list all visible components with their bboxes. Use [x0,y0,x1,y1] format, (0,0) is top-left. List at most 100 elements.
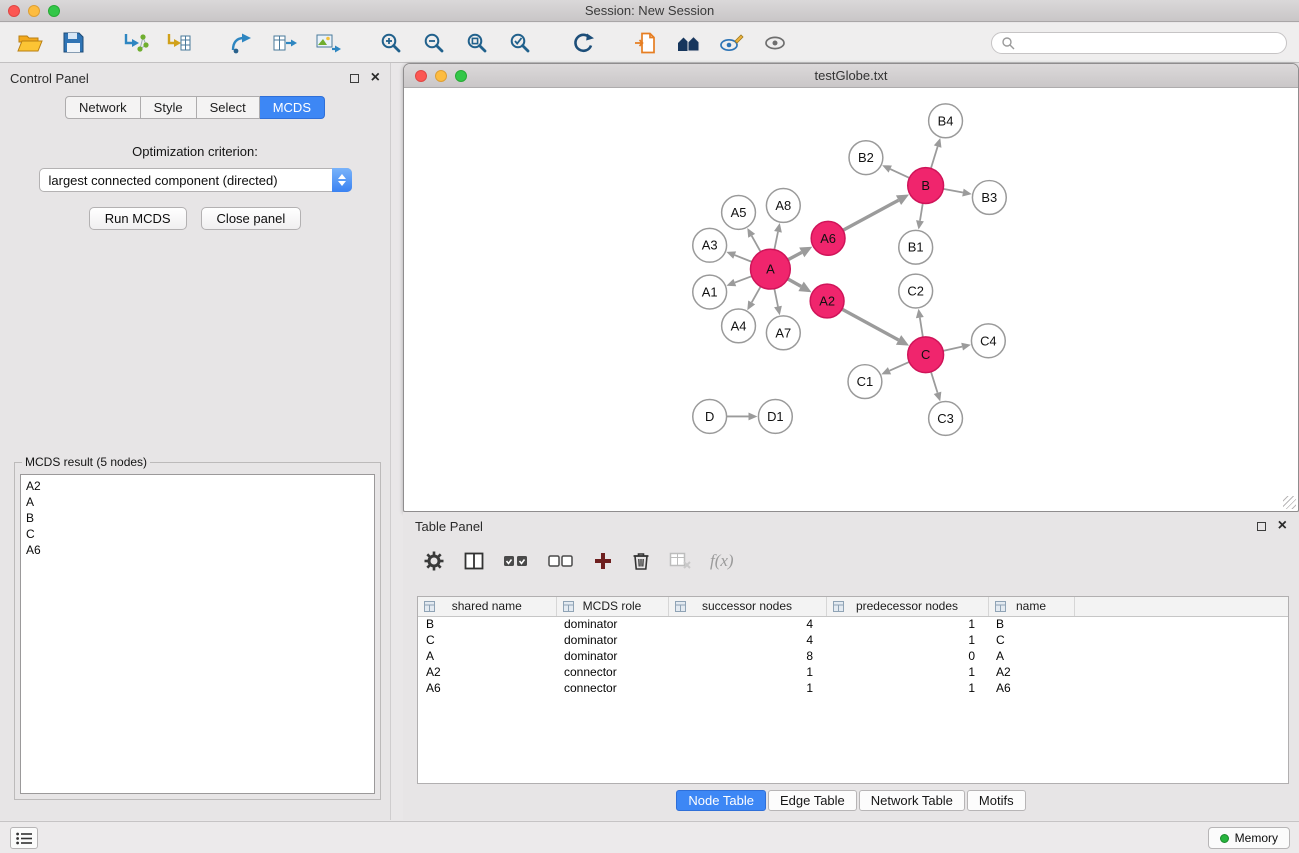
cell-name[interactable]: B [988,616,1074,632]
table-row[interactable]: Bdominator41B [418,616,1288,632]
show-columns-button[interactable] [464,552,484,570]
select-all-columns-button[interactable] [503,554,529,568]
mcds-result-item[interactable]: C [26,526,369,542]
table-tab-edge-table[interactable]: Edge Table [768,790,857,811]
table-row[interactable]: A6connector11A6 [418,680,1288,696]
cell-mcds-role[interactable]: connector [556,664,668,680]
import-table-button[interactable] [161,27,197,59]
create-column-button[interactable] [593,551,613,571]
minimize-window-button[interactable] [28,5,40,17]
tab-style[interactable]: Style [141,96,197,119]
graph-edge[interactable] [788,279,801,286]
table-row[interactable]: A2connector11A2 [418,664,1288,680]
table-tab-node-table[interactable]: Node Table [676,790,766,811]
eye-toggle-button[interactable] [757,27,793,59]
open-session-button[interactable] [12,27,48,59]
cell-successor-nodes[interactable]: 4 [668,632,826,648]
run-mcds-button[interactable]: Run MCDS [89,207,187,230]
cell-shared-name[interactable]: B [418,616,556,632]
home-button[interactable] [671,27,707,59]
graph-edge[interactable] [752,236,761,252]
graph-edge[interactable] [735,255,752,262]
delete-column-button[interactable] [632,551,650,571]
graph-edge[interactable] [931,372,938,393]
cell-predecessor-nodes[interactable]: 1 [826,680,988,696]
resize-grip[interactable] [1283,496,1296,509]
save-session-button[interactable] [55,27,91,59]
graph-edge[interactable] [920,203,923,220]
column-header-successor-nodes[interactable]: successor nodes [668,597,826,616]
network-graph[interactable]: AA1A2A3A4A5A6A7A8BB1B2B3B4CC1C2C3C4DD1 [405,89,1297,510]
network-minimize-button[interactable] [435,70,447,82]
graph-edge[interactable] [842,309,899,340]
graph-edge[interactable] [931,147,938,169]
column-header-MCDS-role[interactable]: MCDS role [556,597,668,616]
mcds-result-list[interactable]: A2ABCA6 [20,474,375,794]
search-input[interactable] [1020,36,1277,50]
graph-edge[interactable] [788,252,802,259]
open-recent-file-button[interactable] [628,27,664,59]
close-window-button[interactable] [8,5,20,17]
cell-successor-nodes[interactable]: 1 [668,664,826,680]
criterion-dropdown[interactable]: largest connected component (directed) [39,168,352,192]
export-image-button[interactable] [310,27,346,59]
task-history-button[interactable] [10,827,38,849]
export-table-button[interactable] [267,27,303,59]
graph-edge[interactable] [890,362,910,371]
graph-edge[interactable] [843,200,899,230]
network-canvas[interactable]: AA1A2A3A4A5A6A7A8BB1B2B3B4CC1C2C3C4DD1 [405,89,1297,510]
zoom-window-button[interactable] [48,5,60,17]
show-graphics-details-button[interactable] [714,27,750,59]
cell-shared-name[interactable]: A2 [418,664,556,680]
cell-mcds-role[interactable]: dominator [556,616,668,632]
zoom-selected-button[interactable] [502,27,538,59]
column-header-shared-name[interactable]: shared name [418,597,556,616]
deselect-all-columns-button[interactable] [548,554,574,568]
cell-mcds-role[interactable]: connector [556,680,668,696]
cell-shared-name[interactable]: A [418,648,556,664]
cell-name[interactable]: C [988,632,1074,648]
cell-predecessor-nodes[interactable]: 1 [826,632,988,648]
table-tab-motifs[interactable]: Motifs [967,790,1026,811]
cell-successor-nodes[interactable]: 8 [668,648,826,664]
tab-mcds[interactable]: MCDS [260,96,325,119]
float-panel-icon[interactable] [350,74,359,83]
close-panel-button[interactable]: Close panel [201,207,302,230]
cell-predecessor-nodes[interactable]: 1 [826,616,988,632]
close-panel-icon[interactable]: × [371,70,380,86]
toolbar-search-field[interactable] [991,32,1287,54]
zoom-fit-button[interactable] [459,27,495,59]
mcds-result-item[interactable]: A2 [26,478,369,494]
cell-shared-name[interactable]: A6 [418,680,556,696]
zoom-in-button[interactable] [373,27,409,59]
graph-edge[interactable] [943,189,963,193]
cell-predecessor-nodes[interactable]: 1 [826,664,988,680]
table-row[interactable]: Adominator80A [418,648,1288,664]
graph-edge[interactable] [774,232,778,250]
cell-name[interactable]: A6 [988,680,1074,696]
cell-mcds-role[interactable]: dominator [556,632,668,648]
mcds-result-item[interactable]: B [26,510,369,526]
network-zoom-button[interactable] [455,70,467,82]
column-header-name[interactable]: name [988,597,1074,616]
table-tab-network-table[interactable]: Network Table [859,790,965,811]
table-float-panel-icon[interactable] [1257,522,1266,531]
cell-shared-name[interactable]: C [418,632,556,648]
table-settings-button[interactable] [423,550,445,572]
export-network-button[interactable] [224,27,260,59]
cell-successor-nodes[interactable]: 1 [668,680,826,696]
tab-network[interactable]: Network [65,96,141,119]
table-close-panel-icon[interactable]: × [1278,518,1287,534]
cell-successor-nodes[interactable]: 4 [668,616,826,632]
cell-name[interactable]: A [988,648,1074,664]
cell-name[interactable]: A2 [988,664,1074,680]
graph-edge[interactable] [920,318,923,337]
graph-edge[interactable] [735,276,752,282]
column-header-predecessor-nodes[interactable]: predecessor nodes [826,597,988,616]
zoom-out-button[interactable] [416,27,452,59]
graph-edge[interactable] [943,347,962,351]
cell-mcds-role[interactable]: dominator [556,648,668,664]
import-network-button[interactable] [118,27,154,59]
graph-edge[interactable] [774,289,778,307]
graph-edge[interactable] [890,169,909,178]
